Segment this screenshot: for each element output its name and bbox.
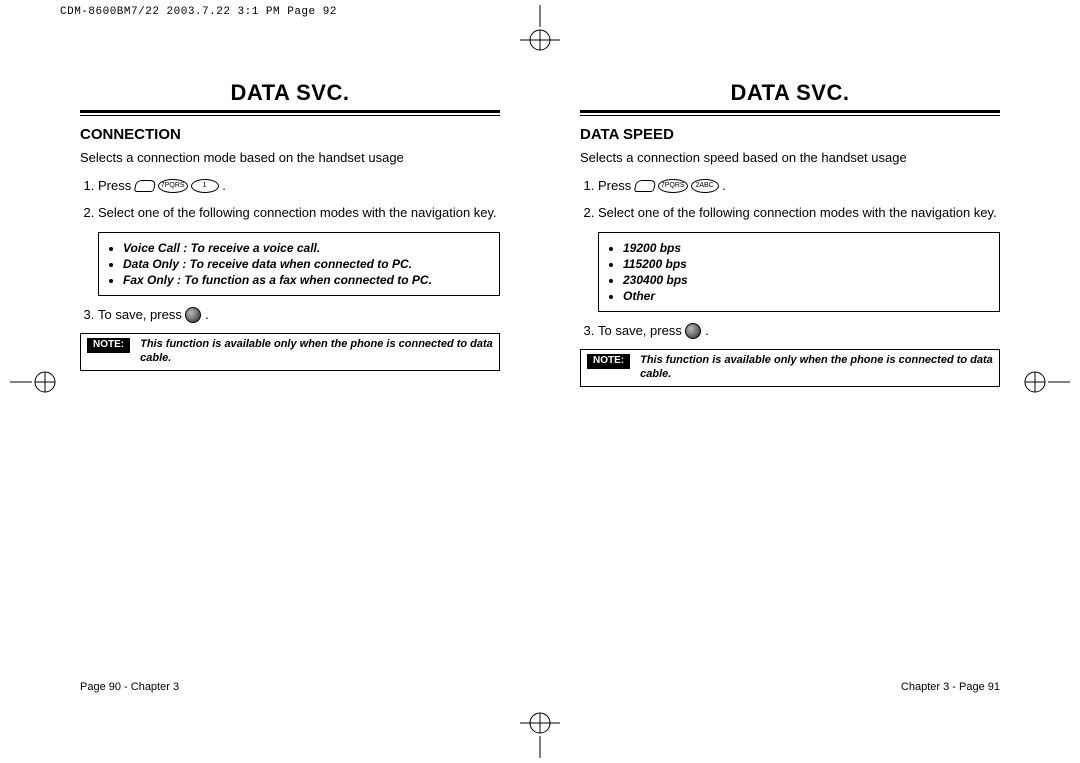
num-key-icon: 7PQRS <box>658 179 688 193</box>
option-item: Voice Call : To receive a voice call. <box>123 241 491 255</box>
option-item: 115200 bps <box>623 257 991 271</box>
section-title-connection: Connection <box>80 126 500 143</box>
note-box: NOTE: This function is available only wh… <box>580 349 1000 387</box>
note-label: NOTE: <box>587 354 630 369</box>
step-3: To save, press . <box>598 322 1000 340</box>
step-2: Select one of the following connection m… <box>598 204 1000 222</box>
option-item: Fax Only : To function as a fax when con… <box>123 273 491 287</box>
page-title-left: Data Svc. <box>80 80 500 106</box>
ok-key-icon <box>185 307 201 323</box>
option-item: 230400 bps <box>623 273 991 287</box>
two-page-spread: Data Svc. Connection Selects a connectio… <box>60 50 1020 703</box>
key-sequence: 7PQRS 2ABC <box>635 179 719 193</box>
option-item: 19200 bps <box>623 241 991 255</box>
step-list-cont: To save, press . <box>580 322 1000 340</box>
step-list: Press 7PQRS 1 . Select one of the follow… <box>80 177 500 222</box>
page-footer-left: Page 90 - Chapter 3 <box>80 681 179 693</box>
step1-prefix: Press <box>598 178 631 193</box>
options-box: 19200 bps 115200 bps 230400 bps Other <box>598 232 1000 312</box>
step3-prefix: To save, press <box>598 323 682 338</box>
note-text: This function is available only when the… <box>140 338 493 366</box>
step-2: Select one of the following connection m… <box>98 204 500 222</box>
cropmark-bottom <box>510 698 570 758</box>
step3-prefix: To save, press <box>98 307 182 322</box>
page-footer-right: Chapter 3 - Page 91 <box>901 681 1000 693</box>
rule-thin <box>580 115 1000 116</box>
note-box: NOTE: This function is available only wh… <box>80 333 500 371</box>
options-box: Voice Call : To receive a voice call. Da… <box>98 232 500 296</box>
step-1: Press 7PQRS 1 . <box>98 177 500 195</box>
intro-text: Selects a connection speed based on the … <box>580 149 1000 167</box>
step-list-cont: To save, press . <box>80 306 500 324</box>
menu-key-icon <box>634 180 657 192</box>
print-header: CDM-8600BM7/22 2003.7.22 3:1 PM Page 92 <box>60 6 337 18</box>
page-right: Data Svc. Data Speed Selects a connectio… <box>560 50 1020 703</box>
rule-thick <box>80 110 500 113</box>
option-item: Data Only : To receive data when connect… <box>123 257 491 271</box>
step-list: Press 7PQRS 2ABC . Select one of the fol… <box>580 177 1000 222</box>
rule-thin <box>80 115 500 116</box>
step-3: To save, press . <box>98 306 500 324</box>
page-left: Data Svc. Connection Selects a connectio… <box>60 50 520 703</box>
menu-key-icon <box>134 180 157 192</box>
ok-key-icon <box>685 323 701 339</box>
intro-text: Selects a connection mode based on the h… <box>80 149 500 167</box>
section-title-dataspeed: Data Speed <box>580 126 1000 143</box>
note-label: NOTE: <box>87 338 130 353</box>
step-1: Press 7PQRS 2ABC . <box>598 177 1000 195</box>
step1-prefix: Press <box>98 178 131 193</box>
num-key-icon: 2ABC <box>691 179 719 193</box>
option-item: Other <box>623 289 991 303</box>
key-sequence: 7PQRS 1 <box>135 179 219 193</box>
page-title-right: Data Svc. <box>580 80 1000 106</box>
num-key-icon: 1 <box>191 179 219 193</box>
note-text: This function is available only when the… <box>640 354 993 382</box>
num-key-icon: 7PQRS <box>158 179 188 193</box>
rule-thick <box>580 110 1000 113</box>
